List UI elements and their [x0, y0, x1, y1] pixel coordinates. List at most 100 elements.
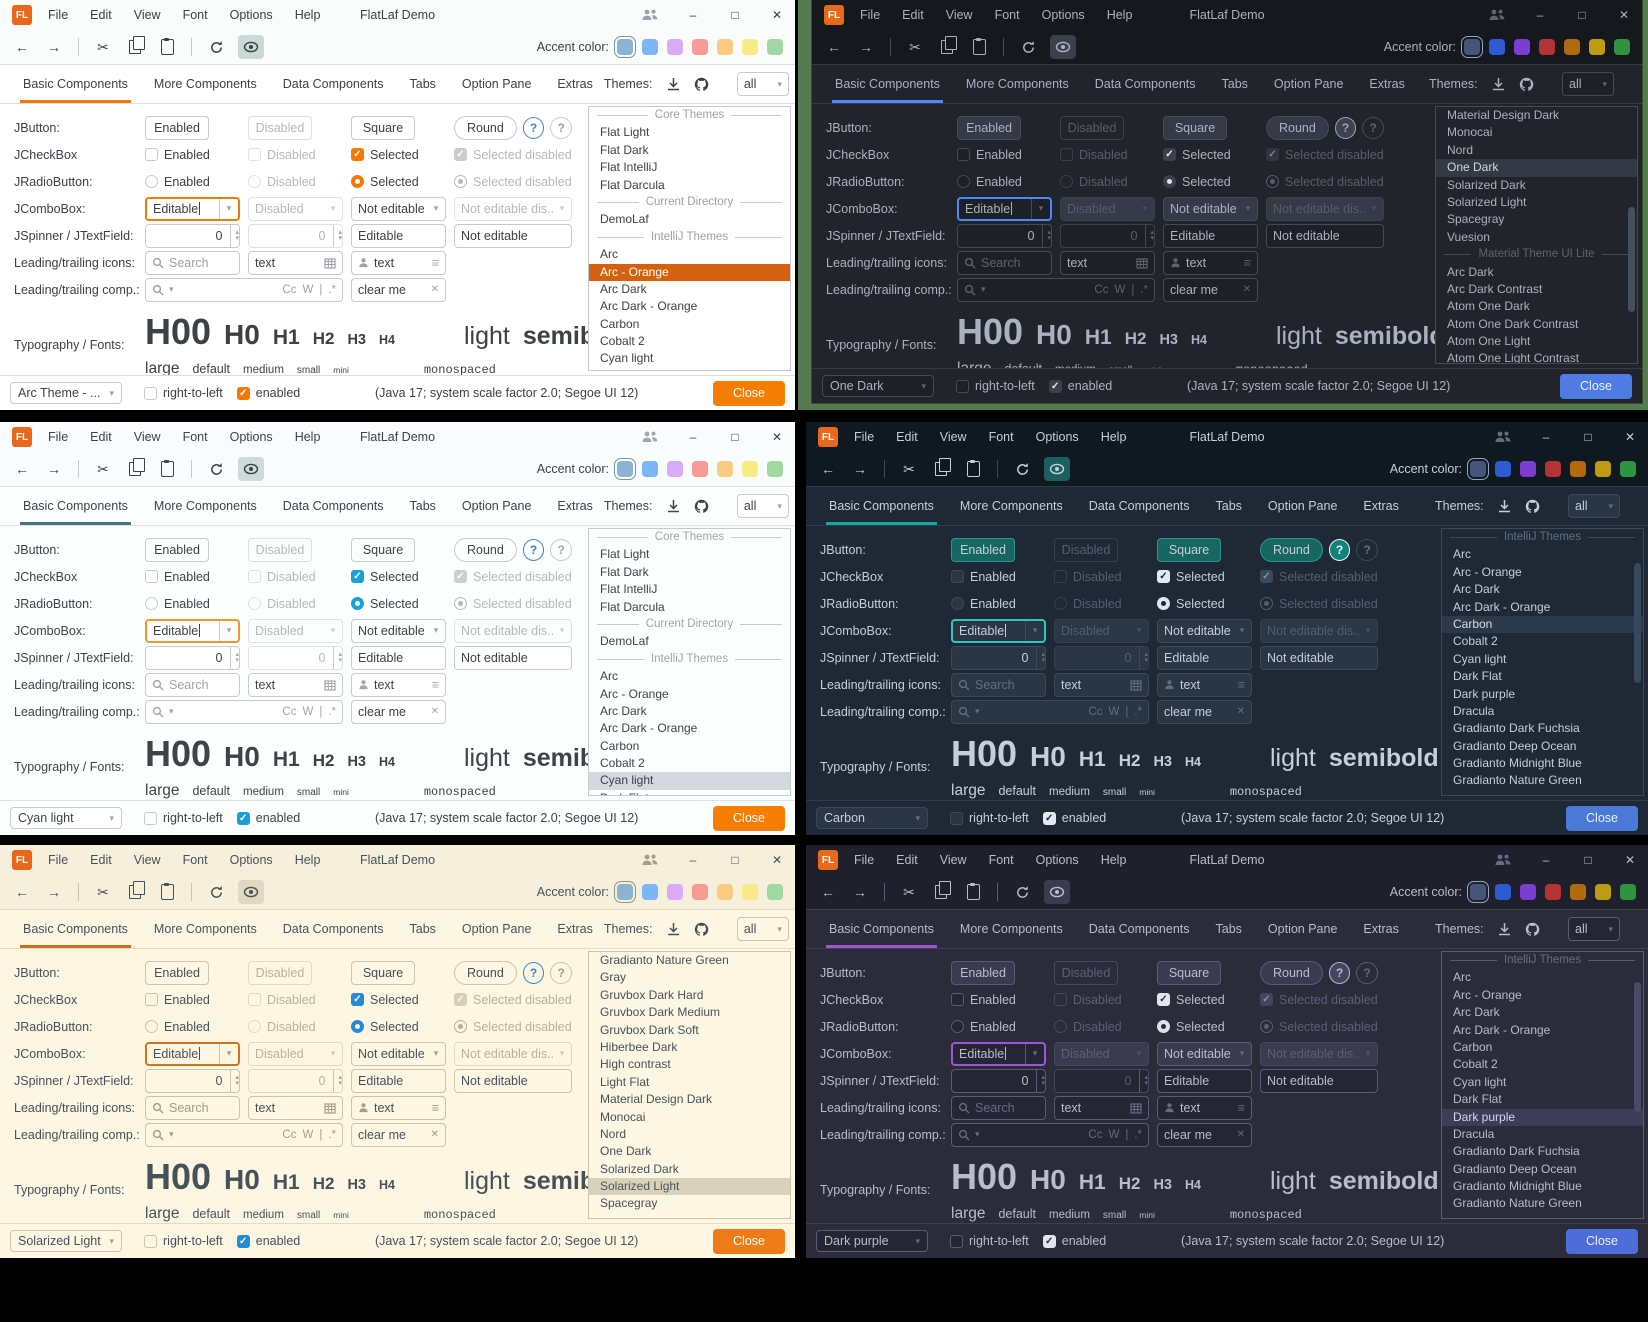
theme-list-item[interactable]: Atom One Light [1436, 333, 1637, 350]
copy-icon[interactable] [931, 881, 951, 903]
match-case-toggle[interactable]: Cc [282, 1129, 296, 1141]
checkbox-selected[interactable]: ✓ [1157, 570, 1170, 583]
checkbox-enabled[interactable] [957, 148, 970, 161]
round-button[interactable]: Round [1266, 116, 1329, 140]
menu-options[interactable]: Options [230, 430, 273, 444]
forward-button[interactable]: → [44, 458, 64, 480]
right-to-left-checkbox[interactable]: right-to-left [144, 386, 223, 400]
clear-me-input[interactable]: clear me ✕ [351, 278, 446, 302]
back-button[interactable]: ← [12, 881, 32, 903]
search-with-options-input[interactable]: ▾ Cc W | .* [145, 700, 343, 724]
accent-swatch[interactable] [667, 461, 683, 477]
menu-font[interactable]: Font [183, 853, 208, 867]
accent-swatch[interactable] [767, 884, 783, 900]
theme-list-item[interactable]: Gradianto Midnight Blue [1442, 755, 1643, 772]
menu-font[interactable]: Font [183, 8, 208, 22]
theme-list-item[interactable]: Arc [589, 668, 790, 685]
theme-list-item[interactable]: Dracula [1442, 1126, 1643, 1143]
tab-option-pane[interactable]: Option Pane [1257, 910, 1349, 948]
theme-selector-dropdown[interactable]: Dark purple ▾ [816, 1230, 928, 1252]
list-icon[interactable]: ≡ [432, 1101, 439, 1115]
tab-more-components[interactable]: More Components [949, 910, 1074, 948]
accent-swatch[interactable] [742, 39, 758, 55]
chevron-down-icon[interactable]: ▾ [169, 1129, 174, 1140]
paste-icon[interactable] [969, 36, 989, 58]
show-hover-toggle[interactable] [238, 35, 264, 59]
combobox-not-editable[interactable]: Not editable ▾ [1163, 197, 1258, 221]
theme-filter-dropdown[interactable]: all ▾ [1562, 72, 1614, 96]
calendar-icon[interactable] [1130, 679, 1142, 691]
close-window-button[interactable]: ✕ [769, 430, 785, 444]
close-window-button[interactable]: ✕ [769, 853, 785, 867]
theme-filter-dropdown[interactable]: all ▾ [1568, 917, 1620, 941]
back-button[interactable]: ← [12, 36, 32, 58]
menu-edit[interactable]: Edit [902, 8, 924, 22]
accent-swatch[interactable] [692, 884, 708, 900]
combobox-not-editable[interactable]: Not editable ▾ [351, 197, 446, 221]
accent-swatch[interactable] [767, 461, 783, 477]
theme-list-item[interactable]: Arc - Orange [589, 686, 790, 703]
tab-tabs[interactable]: Tabs [1211, 65, 1259, 103]
maximize-button[interactable]: □ [727, 853, 743, 867]
close-window-button[interactable]: ✕ [1616, 8, 1632, 22]
user-input[interactable]: text ≡ [1163, 251, 1258, 275]
theme-list-item[interactable]: Cyan light [1442, 1074, 1643, 1091]
combobox-editable[interactable]: Editable ▾ [145, 1042, 240, 1066]
combobox-not-editable[interactable]: Not editable ▾ [1157, 1042, 1252, 1066]
checkbox-selected[interactable]: ✓ [351, 570, 364, 583]
radio-selected-label[interactable]: Selected [1176, 1020, 1225, 1034]
enabled-checkbox[interactable]: ✓enabled [237, 386, 301, 400]
chevron-down-icon[interactable]: ▾ [1233, 1043, 1251, 1065]
show-hover-toggle[interactable] [1050, 35, 1076, 59]
chevron-down-icon[interactable]: ▾ [427, 620, 445, 642]
regex-toggle[interactable]: .* [1134, 1129, 1142, 1141]
theme-list-item[interactable]: Cobalt 2 [1442, 633, 1643, 650]
close-window-button[interactable]: ✕ [1622, 853, 1638, 867]
refresh-icon[interactable] [206, 36, 226, 58]
checkbox-enabled-label[interactable]: Enabled [970, 570, 1016, 584]
accent-swatch[interactable] [667, 39, 683, 55]
user-input[interactable]: text ≡ [1157, 673, 1252, 697]
date-input[interactable]: text [248, 1096, 343, 1120]
accent-swatch[interactable] [1470, 884, 1486, 900]
theme-list-item[interactable]: Cobalt 2 [589, 333, 790, 350]
theme-list-item[interactable]: High contrast [589, 1056, 790, 1073]
themes-list-scrollbar[interactable] [1634, 563, 1641, 683]
accent-swatch[interactable] [767, 39, 783, 55]
theme-list-item[interactable]: Cobalt 2 [589, 755, 790, 772]
help-button[interactable]: ? [1329, 962, 1351, 984]
theme-list-item[interactable]: Arc Dark [589, 281, 790, 298]
maximize-button[interactable]: □ [727, 8, 743, 22]
download-icon[interactable] [667, 77, 680, 91]
regex-toggle[interactable]: .* [328, 284, 336, 296]
combobox-editable[interactable]: Editable ▾ [951, 619, 1046, 643]
match-case-toggle[interactable]: Cc [282, 284, 296, 296]
menu-options[interactable]: Options [230, 853, 273, 867]
accent-swatch[interactable] [717, 884, 733, 900]
enabled-checkbox[interactable]: ✓enabled [237, 1234, 301, 1248]
menu-file[interactable]: File [48, 8, 68, 22]
enabled-button[interactable]: Enabled [951, 961, 1015, 985]
regex-toggle[interactable]: .* [1134, 706, 1142, 718]
chevron-down-icon[interactable]: ▾ [1233, 620, 1251, 642]
menu-help[interactable]: Help [1101, 430, 1127, 444]
tab-extras[interactable]: Extras [546, 910, 603, 948]
clear-icon[interactable]: ✕ [1237, 1129, 1245, 1140]
right-to-left-checkbox[interactable]: right-to-left [956, 379, 1035, 393]
textfield-editable[interactable]: Editable [1163, 224, 1258, 248]
theme-list-item[interactable]: Material Design Dark [589, 1091, 790, 1108]
close-button[interactable]: Close [1566, 1229, 1638, 1254]
theme-list-item[interactable]: Carbon [589, 316, 790, 333]
menu-font[interactable]: Font [183, 430, 208, 444]
date-input[interactable]: text [1060, 251, 1155, 275]
tab-basic-components[interactable]: Basic Components [824, 65, 951, 103]
theme-list-item[interactable]: Gradianto Nature Green [1442, 772, 1643, 789]
checkbox-selected-label[interactable]: Selected [370, 570, 419, 584]
menu-options[interactable]: Options [1042, 8, 1085, 22]
accent-swatch[interactable] [642, 39, 658, 55]
menu-help[interactable]: Help [295, 430, 321, 444]
clear-icon[interactable]: ✕ [431, 284, 439, 295]
menu-options[interactable]: Options [1036, 430, 1079, 444]
checkbox-enabled-label[interactable]: Enabled [976, 148, 1022, 162]
radio-selected-label[interactable]: Selected [1176, 597, 1225, 611]
